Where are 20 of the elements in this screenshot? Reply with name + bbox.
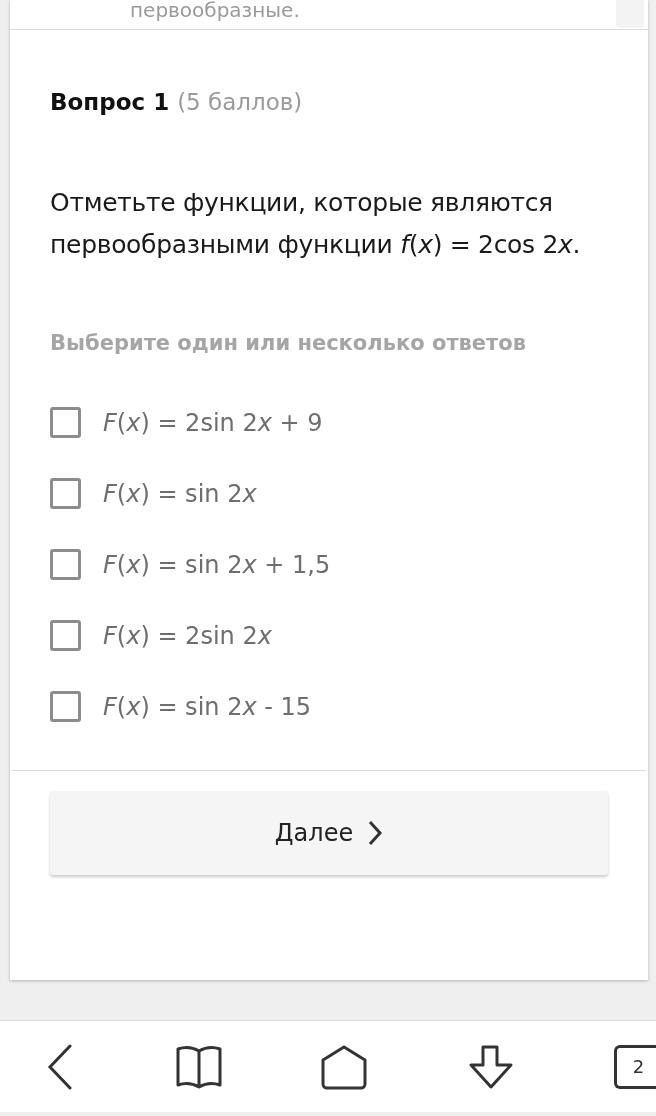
checkbox[interactable] [50,549,81,580]
option-label[interactable]: F(x) = 2sin 2x + 9 [103,404,323,441]
option-label[interactable]: F(x) = sin 2x - 15 [103,688,312,725]
option-label[interactable]: F(x) = sin 2x + 1,5 [103,546,331,583]
tabs-button[interactable]: 2 [614,1044,656,1089]
question-text: Отметьте функции, которые являются первообразными функции f(x) = 2cos 2x. [50,186,582,261]
checkbox[interactable] [50,478,81,509]
answer-hint: Выберите один или несколько ответов [50,329,527,357]
chevron-right-icon [367,819,384,847]
option-label[interactable]: F(x) = sin 2x [103,475,257,512]
question-title: Вопрос 1 [50,88,170,117]
next-button[interactable]: Далее [50,791,608,875]
checkbox[interactable] [50,691,81,722]
previous-text: первообразные. [130,0,300,24]
checkbox[interactable] [50,620,81,651]
checkbox[interactable] [50,407,81,438]
home-icon[interactable] [321,1043,367,1090]
option-label[interactable]: F(x) = 2sin 2x [103,617,272,654]
book-icon[interactable] [175,1044,222,1089]
question-points: (5 баллов) [177,88,303,117]
